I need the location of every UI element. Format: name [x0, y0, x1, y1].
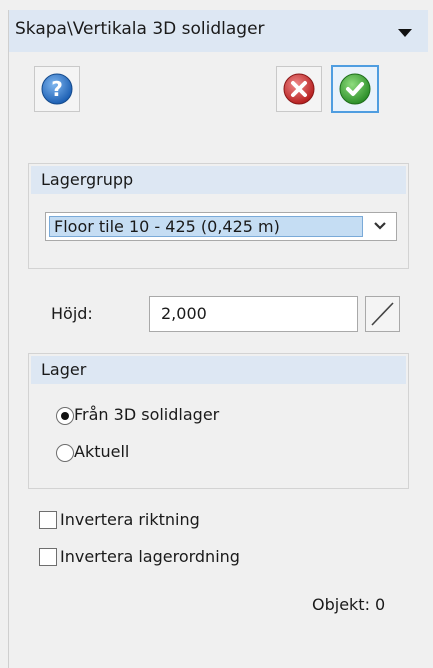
invert-layer-order-checkbox[interactable]	[39, 548, 57, 566]
layer-group-heading: Lagergrupp	[41, 170, 134, 189]
invert-direction-checkbox[interactable]	[39, 511, 57, 529]
title-bar: Skapa\Vertikala 3D solidlager	[9, 10, 428, 52]
object-count: Objekt: 0	[312, 595, 386, 614]
radio-current[interactable]	[56, 444, 74, 462]
height-input[interactable]: 2,000	[149, 296, 358, 332]
invert-layer-order-label: Invertera lagerordning	[60, 547, 240, 566]
radio-current-label: Aktuell	[74, 442, 130, 461]
slash-icon	[371, 302, 394, 326]
cancel-icon	[283, 73, 315, 105]
layer-group-section: Lagergrupp Floor tile 10 - 425 (0,425 m)	[28, 163, 409, 269]
help-button[interactable]: ?	[34, 66, 80, 112]
layer-group-header: Lagergrupp	[31, 166, 406, 194]
height-value: 2,000	[161, 304, 207, 323]
radio-from-3d-solid-layer[interactable]	[56, 407, 74, 425]
radio-from-3d-solid-layer-label: Från 3D solidlager	[74, 405, 220, 424]
layer-section: Lager Från 3D solidlager Aktuell	[28, 353, 409, 489]
layer-header: Lager	[31, 356, 406, 384]
layer-group-dropdown[interactable]: Floor tile 10 - 425 (0,425 m)	[45, 212, 397, 241]
layer-heading: Lager	[41, 360, 87, 379]
dialog-title: Skapa\Vertikala 3D solidlager	[15, 19, 265, 39]
ok-button[interactable]	[331, 65, 379, 113]
pick-height-button[interactable]	[365, 296, 400, 332]
help-icon: ?	[41, 73, 73, 105]
ok-icon	[339, 73, 371, 105]
invert-direction-label: Invertera riktning	[60, 510, 200, 529]
layer-group-selected: Floor tile 10 - 425 (0,425 m)	[49, 216, 363, 237]
dialog-panel: Skapa\Vertikala 3D solidlager ? Lagergru…	[8, 10, 428, 668]
cancel-button[interactable]	[276, 66, 322, 112]
layer-group-selected-value: Floor tile 10 - 425 (0,425 m)	[54, 217, 280, 236]
chevron-down-icon[interactable]	[372, 219, 388, 233]
height-label: Höjd:	[51, 304, 93, 323]
svg-text:?: ?	[51, 77, 63, 101]
panel-menu-arrow-icon[interactable]	[398, 29, 412, 37]
